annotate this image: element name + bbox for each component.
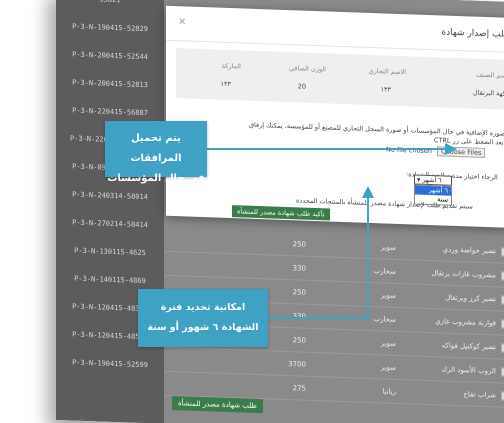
- callout-attachments-line2: في حال المؤسسات: [107, 173, 205, 184]
- code-cell: P-3-N-130115-4625: [74, 246, 146, 258]
- cell-qty: 330: [292, 264, 306, 273]
- cell-name: مشروب غازات برتقال: [431, 269, 496, 280]
- cell-net-weight: 20: [297, 82, 306, 91]
- cell-qty: 250: [292, 240, 306, 249]
- cell-qty: 275: [292, 384, 306, 393]
- header-item-name: اسم الصنف: [476, 70, 504, 80]
- attachment-note: يمكنك إرفاق صورة الإضافية في حال المؤسسا…: [248, 120, 504, 148]
- code-cell: P-3-N-240314-58014: [72, 190, 148, 202]
- selected-products-table: اسم الصنف الاسم التجاري الوزن الصافي الم…: [176, 48, 504, 111]
- code-cell: P-3-N-190415-52599: [72, 358, 148, 370]
- cell-brand: ريانيا: [382, 387, 396, 396]
- tilted-screenshot: 53821 P-3-N-190415-52829 P-3-N-200415-5254…: [56, 0, 504, 423]
- callout-validity: امكانية تحديد فترة الشهادة ٦ شهور أو سنة: [138, 289, 268, 347]
- cell-qty: 250: [292, 288, 306, 297]
- code-cell: 53821: [56, 0, 164, 7]
- cell-name: الزوب الأسود الرك: [441, 365, 496, 376]
- certificate-request-modal: × طلب إصدار شهادة اسم الصنف الاسم التجار…: [166, 5, 504, 229]
- file-upload: No file chosen Choose Files: [386, 144, 486, 158]
- header-brand: الماركة: [221, 61, 241, 71]
- cell-qty: 250: [292, 336, 306, 345]
- callout-validity-line1: امكانية تحديد فترة: [160, 302, 246, 313]
- cell-brand: سحارب: [373, 267, 397, 276]
- callout-attachments-line1: يتم تحميل المرافقات: [130, 133, 182, 164]
- choose-files-button[interactable]: Choose Files: [437, 146, 486, 158]
- cell-qty: 3700: [288, 360, 306, 369]
- cell-trade-name: ١٣٣: [380, 85, 391, 94]
- code-cell: P-3-N-200415-52813: [72, 78, 148, 90]
- header-trade-name: الاسم التجاري: [368, 66, 406, 77]
- cell-brand: سوبر: [380, 243, 396, 252]
- validity-select-value: ٦ أشهر: [422, 175, 442, 185]
- code-cell: P-3-N-200415-52544: [72, 50, 148, 62]
- code-cell: P-3-N-220415-56887: [72, 106, 148, 118]
- modal-title: طلب إصدار شهادة: [441, 27, 504, 40]
- file-status: No file chosen: [386, 145, 433, 156]
- code-cell: P-3-N-140115-4869: [74, 274, 146, 286]
- code-cell: P-3-N-190415-52829: [72, 22, 148, 34]
- cell-brand: سوبر: [380, 363, 396, 372]
- cell-name: شراب تفاح: [463, 390, 496, 400]
- cell-item-name: نكهة البرتقال: [472, 88, 504, 98]
- cell-name: تضير حواضة وردي: [442, 245, 496, 256]
- callout-attachments: يتم تحميل المرافقات في حال المؤسسات: [105, 121, 207, 184]
- cell-qty: 330: [292, 312, 306, 321]
- code-cell: P-3-N-270214-58414: [72, 218, 148, 230]
- confirm-request-button[interactable]: تأكيد طلب شهادة مصدر للمنشأة: [232, 205, 330, 221]
- screenshot-stage: 53821 P-3-N-190415-52829 P-3-N-200415-5254…: [0, 0, 504, 423]
- cell-name: قوارنة مشروب غازي: [435, 317, 496, 328]
- cell-name: تضير كوكتيل فواكه: [441, 341, 496, 352]
- cell-brand: ١٣٣: [220, 79, 231, 89]
- header-net-weight: الوزن الصافي: [288, 64, 326, 74]
- callout-validity-line2: الشهادة ٦ شهور أو سنة: [147, 322, 259, 333]
- code-column: 53821 P-3-N-190415-52829 P-3-N-200415-5254…: [56, 0, 164, 423]
- close-icon[interactable]: ×: [178, 16, 186, 27]
- cell-brand: سوبر: [380, 291, 396, 300]
- cell-name: تضير كرز وبرتقال: [445, 293, 496, 304]
- cell-brand: سحارب: [373, 315, 397, 324]
- cell-brand: سوبر: [380, 339, 396, 348]
